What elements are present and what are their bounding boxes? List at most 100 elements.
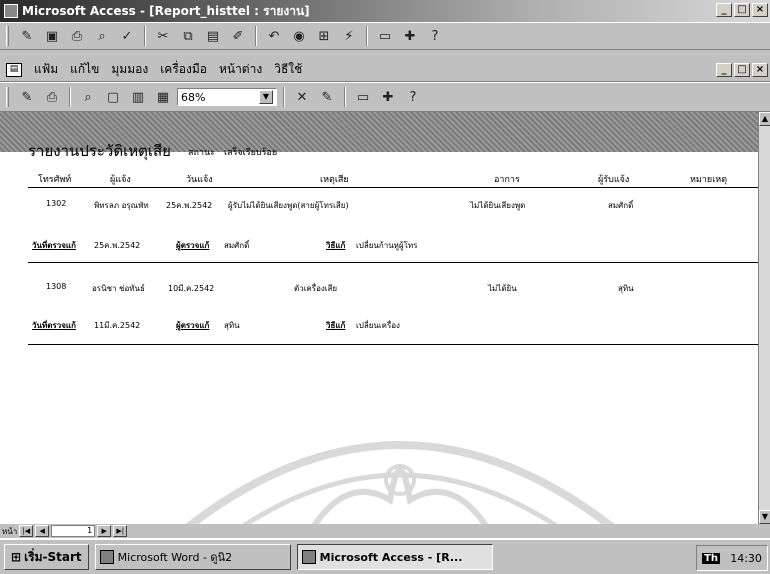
method-label: วิธีแก้ bbox=[326, 241, 346, 250]
window-controls: _ □ × bbox=[716, 3, 768, 17]
record-reporter: อรนิชา ช่อทันธ์ bbox=[92, 284, 145, 293]
menu-window[interactable]: หน้าต่าง bbox=[219, 60, 262, 79]
one-page-icon[interactable]: ▢ bbox=[102, 86, 124, 108]
record-receiver: สมศักดิ์ bbox=[608, 201, 634, 210]
word-icon bbox=[99, 550, 114, 564]
record-divider bbox=[28, 344, 758, 345]
toolbar-separator bbox=[283, 87, 285, 107]
document-icon[interactable]: ▤ bbox=[6, 62, 22, 77]
method-label: วิธีแก้ bbox=[326, 321, 346, 330]
undo-icon[interactable]: ↶ bbox=[263, 25, 285, 47]
close-button[interactable]: × bbox=[752, 3, 768, 17]
last-page-icon[interactable]: ▶| bbox=[113, 525, 128, 537]
toolbar-separator bbox=[255, 26, 257, 46]
chevron-down-icon[interactable]: ▼ bbox=[259, 90, 273, 104]
doc-maximize-button[interactable]: □ bbox=[734, 63, 750, 77]
col-header-date: วันแจ้ง bbox=[186, 175, 213, 185]
paste-icon[interactable]: ▤ bbox=[202, 25, 224, 47]
maximize-button[interactable]: □ bbox=[734, 3, 750, 17]
col-header-fault: เหตุเสีย bbox=[320, 175, 349, 185]
record-date: 25ค.พ.2542 bbox=[166, 201, 213, 210]
toolbar-separator bbox=[344, 87, 346, 107]
two-pages-icon[interactable]: ▥ bbox=[127, 86, 149, 108]
page-label: หน้า bbox=[2, 526, 18, 536]
zoom-icon[interactable]: ⌕ bbox=[77, 86, 99, 108]
menu-tools[interactable]: เครื่องมือ bbox=[160, 60, 207, 79]
doc-minimize-button[interactable]: _ bbox=[716, 63, 732, 77]
status-value: เสร็จเรียบร้อย bbox=[224, 148, 278, 158]
page-number-input[interactable]: 1 bbox=[51, 525, 96, 537]
toolbar-grip[interactable] bbox=[6, 26, 9, 46]
cut-icon[interactable]: ✂ bbox=[152, 25, 174, 47]
menu-file[interactable]: แฟ้ม bbox=[34, 60, 58, 79]
document-window-controls: _ □ × bbox=[716, 63, 768, 77]
scroll-down-icon[interactable]: ▼ bbox=[759, 510, 770, 524]
menu-help[interactable]: วิธีใช้ bbox=[274, 60, 302, 79]
toolbar-separator bbox=[69, 87, 71, 107]
record-date: 10มี.ค.2542 bbox=[168, 284, 215, 293]
first-page-icon[interactable]: |◀ bbox=[19, 525, 34, 537]
prev-page-icon[interactable]: ◀ bbox=[35, 525, 50, 537]
toolbar-separator bbox=[144, 26, 146, 46]
record-symptom: ไม่ได้ยิน bbox=[488, 284, 517, 293]
zoom-value: 68% bbox=[181, 90, 206, 104]
database-window-icon[interactable]: ▭ bbox=[374, 25, 396, 47]
zoom-select[interactable]: 68% ▼ bbox=[177, 88, 277, 106]
copy-icon[interactable]: ⧉ bbox=[177, 25, 199, 47]
new-object-icon[interactable]: ✚ bbox=[377, 86, 399, 108]
col-header-symptom: อาการ bbox=[494, 175, 520, 185]
relationships-icon[interactable]: ⊞ bbox=[313, 25, 335, 47]
check-date-value: 25ค.พ.2542 bbox=[94, 241, 141, 250]
help-icon[interactable]: ? bbox=[402, 86, 424, 108]
toolbar-grip[interactable] bbox=[6, 87, 9, 107]
language-indicator[interactable]: Th bbox=[702, 552, 721, 564]
save-icon[interactable]: ▣ bbox=[41, 25, 63, 47]
col-header-reporter: ผู้แจ้ง bbox=[110, 175, 131, 185]
help-icon[interactable]: ? bbox=[424, 25, 446, 47]
vertical-scrollbar[interactable]: ▲ ▼ bbox=[758, 112, 770, 524]
scroll-up-icon[interactable]: ▲ bbox=[759, 112, 770, 126]
standard-toolbar: ✎ ▣ ⎙ ⌕ ✓ ✂ ⧉ ▤ ✐ ↶ ◉ ⊞ ⚡ ▭ ✚ ? bbox=[0, 22, 770, 50]
analyze-icon[interactable]: ⚡ bbox=[338, 25, 360, 47]
toolbar-separator bbox=[366, 26, 368, 46]
next-page-icon[interactable]: ▶ bbox=[97, 525, 112, 537]
format-painter-icon[interactable]: ✐ bbox=[227, 25, 249, 47]
close-preview-icon[interactable]: ✕ bbox=[291, 86, 313, 108]
start-button[interactable]: ⊞ เริ่ม-Start bbox=[4, 544, 89, 570]
record-phone: 1302 bbox=[46, 199, 67, 208]
minimize-button[interactable]: _ bbox=[716, 3, 732, 17]
taskbar: ⊞ เริ่ม-Start Microsoft Word - ดูนิ2 Mic… bbox=[0, 538, 770, 574]
page-navigation-bar: หน้า |◀ ◀ 1 ▶ ▶| bbox=[0, 524, 770, 538]
multiple-pages-icon[interactable]: ▦ bbox=[152, 86, 174, 108]
menu-bar: ▤ แฟ้ม แก้ไข มุมมอง เครื่องมือ หน้าต่าง … bbox=[0, 58, 770, 82]
record-symptom: ไม่ได้ยินเสียงพูด bbox=[470, 201, 526, 210]
web-icon[interactable]: ◉ bbox=[288, 25, 310, 47]
print-icon[interactable]: ⎙ bbox=[41, 86, 63, 108]
menu-view[interactable]: มุมมอง bbox=[111, 60, 148, 79]
doc-close-button[interactable]: × bbox=[752, 63, 768, 77]
record-phone: 1308 bbox=[46, 282, 67, 291]
view-icon[interactable]: ✎ bbox=[16, 25, 38, 47]
task-access-label: Microsoft Access - [R... bbox=[319, 550, 463, 564]
access-app-icon[interactable] bbox=[4, 4, 18, 18]
print-preview-toolbar: ✎ ⎙ ⌕ ▢ ▥ ▦ 68% ▼ ✕ ✎ ▭ ✚ ? bbox=[0, 82, 770, 112]
new-object-icon[interactable]: ✚ bbox=[399, 25, 421, 47]
view-icon[interactable]: ✎ bbox=[16, 86, 38, 108]
task-access[interactable]: Microsoft Access - [R... bbox=[296, 544, 493, 570]
clock[interactable]: 14:30 bbox=[730, 552, 762, 565]
check-date-label: วันที่ตรวจแก้ bbox=[32, 321, 76, 330]
spelling-icon[interactable]: ✓ bbox=[116, 25, 138, 47]
method-value: เปลี่ยนเครื่อง bbox=[356, 321, 400, 330]
print-preview-icon[interactable]: ⌕ bbox=[91, 25, 113, 47]
check-date-value: 11มี.ค.2542 bbox=[94, 321, 141, 330]
window-title: Microsoft Access - [Report_histtel : ราย… bbox=[22, 3, 310, 18]
menu-edit[interactable]: แก้ไข bbox=[70, 60, 99, 79]
access-icon bbox=[301, 550, 316, 564]
office-links-icon[interactable]: ✎ bbox=[316, 86, 338, 108]
windows-logo-icon: ⊞ bbox=[11, 550, 22, 564]
window-title-bar[interactable]: Microsoft Access - [Report_histtel : ราย… bbox=[0, 0, 770, 22]
task-word[interactable]: Microsoft Word - ดูนิ2 bbox=[94, 544, 291, 570]
database-window-icon[interactable]: ▭ bbox=[352, 86, 374, 108]
col-header-receiver: ผู้รับแจ้ง bbox=[598, 175, 630, 185]
print-icon[interactable]: ⎙ bbox=[66, 25, 88, 47]
